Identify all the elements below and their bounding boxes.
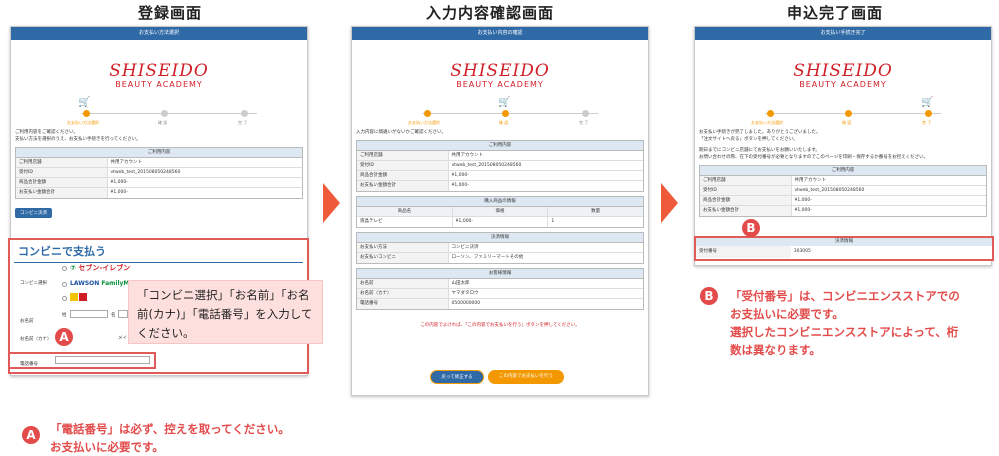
cart-icon: 🛒 (921, 97, 934, 108)
store-radio-1[interactable] (62, 266, 67, 271)
usage-table: ご利用内容 ご利用店舗 共用アカウント 受付ID vtweb_test_201508… (699, 165, 987, 217)
customer-info-table: お客様情報 お名前 山田太郎 お名前（カナ） ヤマダタロウ 電話番号 05000000… (356, 268, 644, 310)
pay-at-store-title: コンビニで支払う (14, 240, 303, 263)
shiseido-logo: SHISEIDO BEAUTY ACADEMY (109, 61, 209, 89)
receipt-label: 受付番号 (696, 246, 791, 258)
store-radio-2[interactable] (62, 282, 67, 287)
complete-screen: お支払い手続き完了 SHISEIDO BEAUTY ACADEMY 🛒 お支払い… (694, 26, 992, 266)
convenience-store-tab[interactable]: コンビニ決済 (15, 208, 52, 218)
step-label-2: 確 認 (158, 120, 168, 125)
payment-info-table: 決済情報 お支払い方法 コンビニ決済 お支払いコンビニ ローソン、ファミリーマートそ… (356, 232, 644, 264)
column-title-complete: 申込完了画面 (786, 4, 883, 22)
badge-b: B (700, 287, 718, 305)
receipt-note: 「受付番号」は、コンビニエンスストアでの お支払いに必要です。 選択したコンビニ… (730, 289, 960, 357)
store-select-label: コンビニ選択 (20, 281, 47, 286)
shiseido-logo: SHISEIDO BEAUTY ACADEMY (793, 61, 893, 89)
badge-a: A (22, 426, 40, 444)
highlight-receipt: 決済情報 受付番号 303005 (694, 236, 994, 261)
receipt-number: 303005 (793, 249, 811, 254)
name-sei-input[interactable] (70, 310, 108, 318)
cart-icon: 🛒 (498, 97, 511, 108)
cart-icon: 🛒 (78, 97, 91, 108)
instruction-text: 入力内容に間違いがないかご確認ください。 (356, 130, 446, 135)
arrow-right-icon (661, 183, 678, 223)
badge-b-screen: B (742, 219, 760, 237)
arrow-right-icon (323, 183, 340, 223)
seven-eleven-logo: ⑦ セブン-イレブン (70, 264, 131, 272)
shiseido-logo: SHISEIDO BEAUTY ACADEMY (450, 61, 550, 89)
column-title-register: 登録画面 (137, 4, 202, 22)
name-sei-label: 姓 (62, 313, 67, 318)
input-callout: 「コンビニ選択」「お名前」「お名前(カナ)」「電話番号」を入力してください。 (128, 280, 323, 344)
confirm-pay-button[interactable]: この内容でお支払いを行う (488, 370, 564, 384)
store-radio-3[interactable] (62, 296, 67, 301)
progress-steps: 🛒 お支払い方法選択 確 認 完 了 (715, 95, 971, 129)
progress-steps: 🛒 お支払い方法選択 確 認 完 了 (372, 95, 628, 129)
confirm-note: この内容でよければ、「この内容でお支払いを行う」ボタンを押してください。 (420, 323, 580, 328)
phone-note: 「電話番号」は必ず、控えを取ってください。 お支払いに必要です。 (50, 422, 290, 454)
phone-input[interactable] (55, 356, 150, 364)
name-label: お名前 (20, 319, 34, 324)
screen-header-bar: お支払い方法選択 (11, 27, 307, 40)
progress-steps: 🛒 お支払い方法選択 確 認 完 了 (31, 95, 287, 129)
back-edit-button[interactable]: 戻って修正する (430, 370, 484, 384)
name-mei-label: 名 (111, 313, 116, 318)
daily-yamazaki-logo (70, 293, 87, 303)
usage-table: ご利用内容 ご利用店舗 共用アカウント 受付ID vtweb_test_201508… (15, 147, 303, 199)
step-label-3: 完 了 (238, 120, 248, 125)
kana-mei-label: メイ (118, 336, 127, 341)
confirm-screen: お支払い内容の確認 SHISEIDO BEAUTY ACADEMY 🛒 お支払い… (351, 26, 649, 396)
screen-header-bar: お支払い手続き完了 (695, 27, 991, 40)
product-table: 購入商品の情報 商品名 価格 数量 液晶テレビ ¥1,000- 1 (356, 196, 644, 228)
step-label-1: お支払い方法選択 (67, 120, 99, 125)
column-title-confirm: 入力内容確認画面 (425, 4, 554, 22)
screen-header-bar: お支払い内容の確認 (352, 27, 648, 40)
kana-label: お名前（カナ） (20, 337, 52, 342)
usage-table: ご利用内容 ご利用店舗 共用アカウント 受付ID vtweb_test_201508… (356, 140, 644, 192)
name-mei-input[interactable] (118, 310, 128, 318)
instruction-text: ご利用内容をご確認ください。 支払い方法を選択のうえ、お支払い手続きを行ってくだ… (15, 130, 141, 142)
complete-message: お支払い手続きが完了しました。ありがとうございました。 「注文サイトへ戻る」ボタ… (699, 130, 929, 160)
badge-a-screen: A (55, 328, 73, 346)
